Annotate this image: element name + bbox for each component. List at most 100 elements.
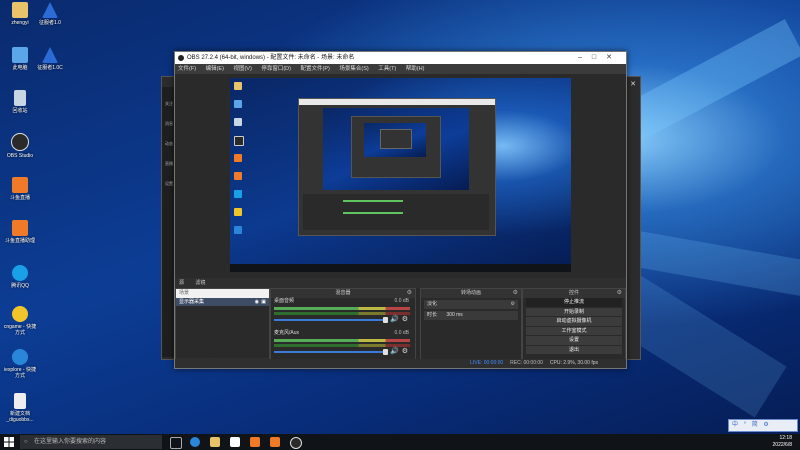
duration-value[interactable]: 300 ms	[446, 312, 462, 318]
desktop-icon-douyu-assistant[interactable]: 斗鱼直播助理	[2, 220, 38, 244]
source-item[interactable]: 显示器采集 ◉ ▣	[176, 298, 269, 306]
eye-icon[interactable]: ◉	[255, 298, 259, 306]
window-titlebar[interactable]: OBS 27.2.4 (64-bit, windows) - 配置文件: 未命名…	[175, 52, 626, 64]
dock-header: 混音器 ⚙	[271, 289, 415, 298]
ime-toolbar-text[interactable]: 中 ° 简 ⚙	[732, 422, 771, 428]
transitions-header: 转场动画	[460, 290, 481, 296]
obs-main-window[interactable]: OBS 27.2.4 (64-bit, windows) - 配置文件: 未命名…	[174, 51, 627, 369]
start-recording-button[interactable]: 开始录制	[526, 307, 622, 316]
desktop-icon-launcher[interactable]: 征服者1.0	[32, 2, 68, 26]
lock-icon[interactable]: ▣	[261, 298, 266, 306]
transition-select[interactable]: 淡化 ⚙	[424, 300, 518, 309]
desktop-icon-qq[interactable]: 腾讯QQ	[2, 265, 38, 289]
douyu-taskbar-icon[interactable]	[250, 437, 260, 447]
menu-edit[interactable]: 编辑(E)	[206, 66, 224, 72]
tab-filters[interactable]: 滤镜	[195, 280, 205, 286]
clock-time: 12:18	[779, 435, 792, 441]
desktop-icon-iexplore[interactable]: iexplore - 快捷方式	[2, 349, 38, 379]
nested-meter	[343, 200, 403, 202]
desktop-icon-label: cngame - 快捷方式	[3, 324, 37, 336]
gear-icon[interactable]: ⚙	[617, 289, 622, 298]
volume-slider[interactable]	[274, 351, 387, 353]
mixer-header: 混音器	[335, 290, 351, 296]
file-explorer-icon[interactable]	[210, 437, 220, 447]
live-status: LIVE: 00:00:00	[470, 360, 504, 366]
cpu-status: CPU: 2.9%, 30.00 fps	[549, 360, 598, 366]
track-name: 麦克风/Aux	[274, 330, 300, 336]
virtual-camera-button[interactable]: 启动虚拟摄像机	[526, 317, 622, 326]
mini-desktop-icon	[234, 226, 242, 234]
task-view-icon[interactable]	[170, 437, 182, 449]
menu-help[interactable]: 帮助(H)	[406, 66, 425, 72]
douyu-assistant-icon	[12, 220, 28, 236]
desktop-icon-douyu[interactable]: 斗鱼直播	[2, 177, 38, 201]
ime-toolbar[interactable]: 中 ° 简 ⚙	[728, 419, 798, 432]
menu-file[interactable]: 文件(F)	[178, 66, 196, 72]
search-placeholder: 在这里输入你要搜索的内容	[34, 439, 107, 445]
mini-desktop-icon	[234, 172, 242, 180]
desktop-icon-obs[interactable]: OBS Studio	[2, 133, 38, 159]
search-icon: ○	[24, 439, 28, 445]
mini-desktop-icon	[234, 136, 244, 146]
qq-icon	[12, 265, 28, 281]
mini-desktop-icon	[234, 154, 242, 162]
clock-date: 2022/6/8	[772, 442, 792, 448]
app-launcher-icon-2	[42, 47, 58, 63]
desktop-icon-label: OBS Studio	[6, 153, 34, 159]
menu-tools[interactable]: 工具(T)	[378, 66, 396, 72]
mixer-dock: 混音器 ⚙ 桌面音频 0.0 dB 🔊⚙ 麦克风/Aux 0.0 dB 🔊⚙	[270, 288, 416, 368]
document-icon	[14, 393, 26, 409]
preview-canvas[interactable]	[230, 78, 571, 272]
nested-preview-2	[364, 123, 426, 157]
controls-dock: 控件 ⚙ 停止推流 开始录制 启动虚拟摄像机 工作室模式 设置 退出	[522, 288, 626, 368]
window-controls[interactable]: –□✕	[578, 52, 622, 64]
menu-view[interactable]: 视图(V)	[233, 66, 251, 72]
exit-button[interactable]: 退出	[526, 345, 622, 354]
menu-docks[interactable]: 停靠窗口(D)	[261, 66, 291, 72]
desktop-icon-label: 斗鱼直播	[9, 195, 30, 201]
desktop-icon-label: 新建文档_diguobbs...	[6, 411, 34, 423]
track-controls[interactable]: 🔊⚙	[390, 347, 411, 355]
stop-streaming-button[interactable]: 停止推流	[526, 298, 622, 307]
desktop-icon-cngame[interactable]: cngame - 快捷方式	[2, 306, 38, 336]
track-controls[interactable]: 🔊⚙	[390, 315, 411, 323]
dock-header: 转场动画 ⚙	[421, 289, 521, 298]
volume-slider[interactable]	[274, 319, 387, 321]
taskbar-clock[interactable]: 12:18 2022/6/8	[773, 435, 792, 449]
controls-header: 控件	[568, 290, 579, 296]
taskbar-search-box[interactable]: ○ 在这里输入你要搜索的内容	[20, 435, 162, 449]
mini-desktop-icon	[234, 208, 242, 216]
menu-profile[interactable]: 配置文件(P)	[300, 66, 329, 72]
studio-mode-button[interactable]: 工作室模式	[526, 326, 622, 335]
nested-obs-window-3	[380, 129, 412, 149]
close-icon[interactable]: ✕	[630, 80, 636, 88]
obs-logo-icon	[178, 55, 184, 61]
store-icon[interactable]	[230, 437, 240, 447]
preview-area[interactable]	[175, 74, 626, 278]
tab-sources[interactable]: 源	[179, 280, 184, 286]
desktop-icon-document[interactable]: 新建文档_diguobbs...	[2, 393, 38, 423]
scenes-header: 场景	[179, 290, 190, 296]
window-title: OBS 27.2.4 (64-bit, windows) - 配置文件: 未命名…	[187, 55, 355, 61]
transition-settings-icon[interactable]: ⚙	[511, 300, 515, 309]
transition-duration[interactable]: 时长 300 ms	[424, 311, 518, 320]
taskbar: ○ 在这里输入你要搜索的内容 12:18 2022/6/8	[0, 434, 800, 450]
nested-obs-window-2	[351, 116, 441, 178]
gear-icon[interactable]: ⚙	[513, 289, 518, 298]
gear-icon[interactable]: ⚙	[407, 289, 412, 298]
cngame-shortcut-icon	[12, 306, 28, 322]
mini-desktop-icon	[234, 118, 242, 126]
volume-slider-handle[interactable]	[383, 349, 388, 355]
desktop-icon-label: iexplore - 快捷方式	[4, 367, 36, 379]
windows-start-icon[interactable]	[4, 437, 14, 447]
nested-docks	[303, 194, 489, 230]
desktop-icon-recycle-bin[interactable]: 回收站	[2, 90, 38, 114]
volume-slider-handle[interactable]	[383, 317, 388, 323]
settings-button[interactable]: 设置	[526, 336, 622, 345]
douyu-assistant-taskbar-icon[interactable]	[270, 437, 280, 447]
obs-taskbar-icon[interactable]	[290, 437, 302, 449]
menu-scene-collection[interactable]: 场景集合(S)	[339, 66, 368, 72]
desktop-icon-launcher-2[interactable]: 征服者1.0C	[32, 47, 68, 71]
edge-icon[interactable]	[190, 437, 200, 447]
desktop-icon-label: 征服者1.0	[39, 20, 61, 26]
